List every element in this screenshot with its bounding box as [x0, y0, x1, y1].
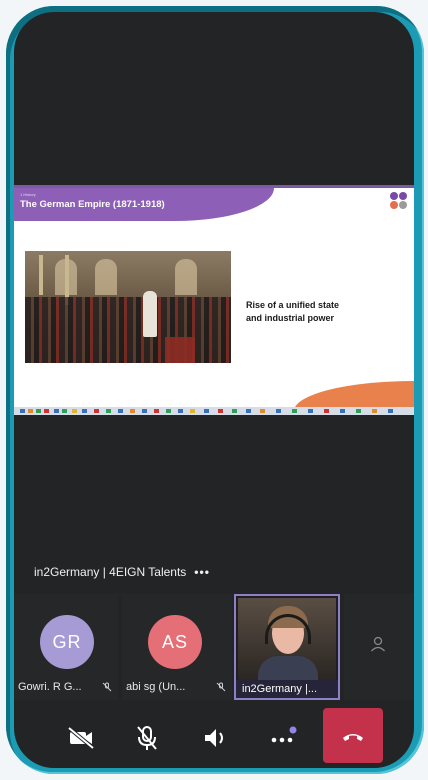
participant-tile[interactable]: GR Gowri. R G...: [14, 594, 118, 700]
slide-body-text: Rise of a unified state and industrial p…: [246, 299, 396, 325]
hang-up-icon: [343, 734, 363, 741]
avatar: AS: [148, 615, 202, 669]
participant-tile-video[interactable]: in2Germany |...: [234, 594, 340, 700]
participant-video: [238, 598, 336, 680]
slide-painting-image: [25, 251, 231, 363]
video-off-icon[interactable]: [61, 718, 101, 758]
hang-up-button[interactable]: [323, 708, 383, 763]
participant-name: Gowri. R G...: [18, 681, 82, 693]
participant-strip: GR Gowri. R G... AS abi sg (Un... in2Ger…: [14, 594, 414, 700]
call-controls-bar: [14, 706, 414, 768]
mic-off-icon[interactable]: [127, 718, 167, 758]
meeting-window: 1 History The German Empire (1871-1918) …: [14, 12, 414, 768]
shared-slide[interactable]: 1 History The German Empire (1871-1918) …: [14, 185, 414, 415]
speaker-icon[interactable]: [195, 718, 235, 758]
mic-off-icon: [102, 682, 112, 692]
mic-off-icon: [216, 682, 226, 692]
slide-logo-icon: [390, 192, 408, 210]
more-participants-tile[interactable]: [344, 594, 414, 700]
slide-body-line: and industrial power: [246, 313, 335, 323]
participant-name: in2Germany |...: [236, 680, 338, 698]
slide-header-banner: 1 History The German Empire (1871-1918): [14, 188, 274, 221]
slide-body-line: Rise of a unified state: [246, 300, 340, 310]
slide-tag: 1 History: [20, 192, 36, 197]
participant-name: abi sg (Un...: [126, 681, 186, 693]
meeting-title: in2Germany | 4EIGN Talents: [34, 565, 187, 579]
person-icon: [371, 636, 385, 652]
meeting-title-bar: in2Germany | 4EIGN Talents •••: [34, 565, 210, 579]
avatar: GR: [40, 615, 94, 669]
more-options-icon[interactable]: [262, 718, 302, 758]
meeting-more-button[interactable]: •••: [194, 565, 210, 579]
shared-screen-taskbar: [14, 407, 414, 415]
participant-tile[interactable]: AS abi sg (Un...: [122, 594, 232, 700]
slide-title: The German Empire (1871-1918): [20, 199, 165, 210]
